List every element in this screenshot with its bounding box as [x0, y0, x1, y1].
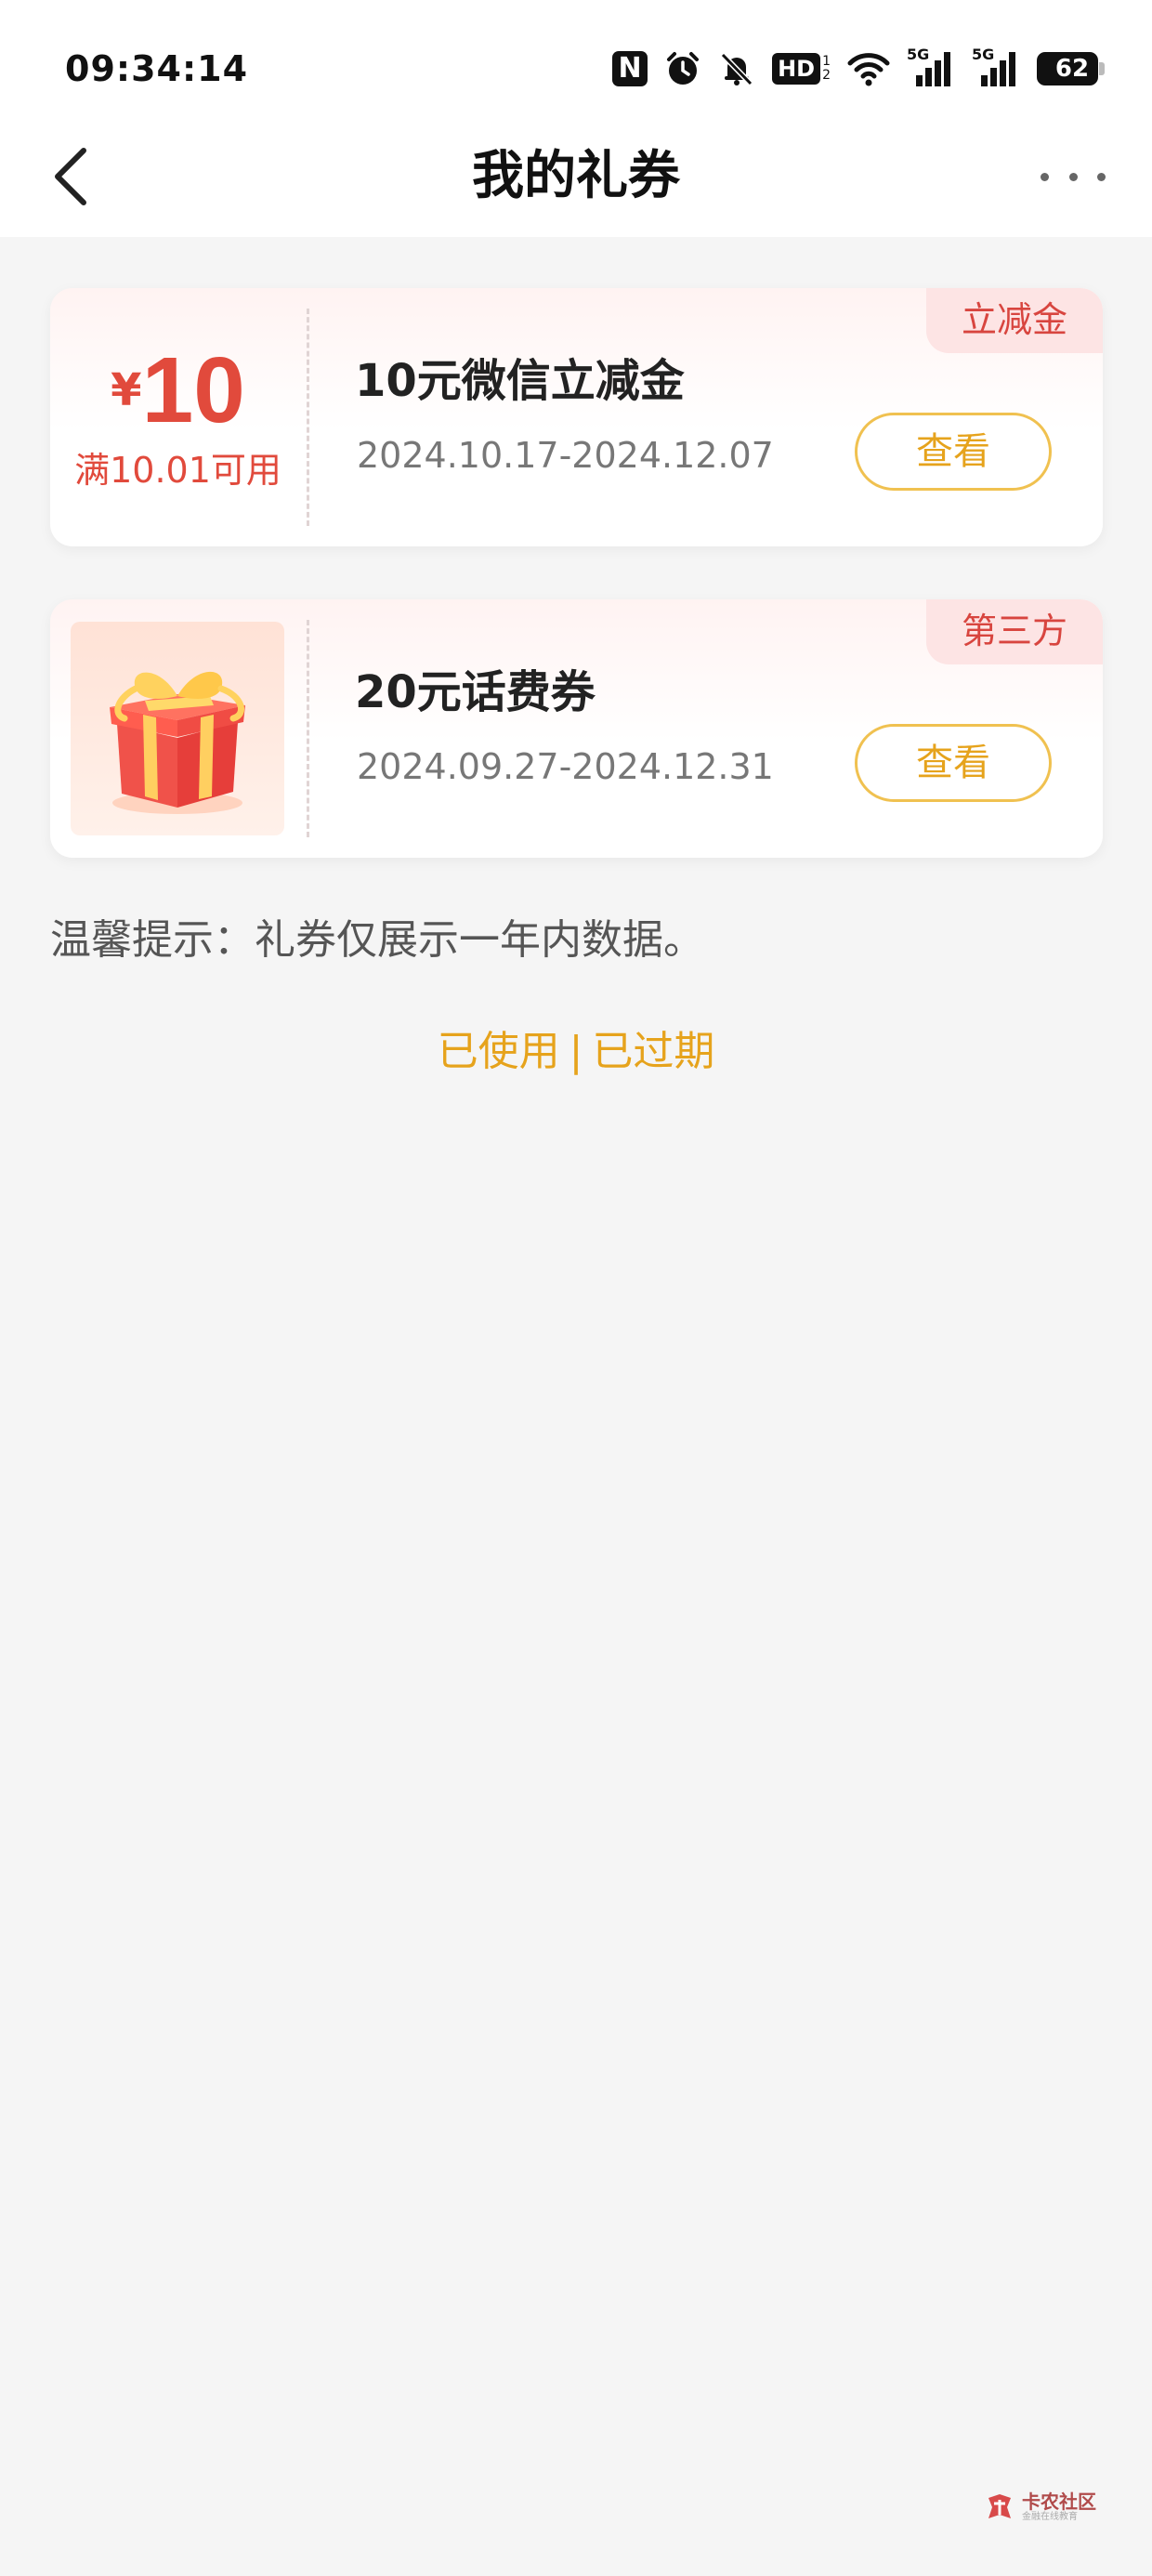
coupon-card[interactable]: 立减金 ¥10 满10.01可用 10元微信立减金 2024.10.17-202…	[50, 288, 1103, 546]
status-bar: 09:34:14 N HD 1 2 5G 5G 62	[0, 0, 1152, 121]
wifi-icon	[847, 50, 890, 87]
used-link[interactable]: 已使用	[438, 1028, 560, 1075]
coupon-amount: ¥10	[50, 344, 306, 437]
tip-text: 温馨提示：礼券仅展示一年内数据。	[50, 916, 704, 964]
more-button[interactable]	[1041, 149, 1106, 204]
kanong-logo-icon	[988, 2494, 1011, 2518]
status-icons: N HD 1 2 5G 5G 62	[612, 46, 1105, 91]
page-title: 我的礼券	[472, 146, 680, 206]
mute-bell-icon	[718, 50, 755, 87]
coupon-date-range: 2024.09.27-2024.12.31	[357, 746, 774, 787]
view-button[interactable]: 查看	[855, 724, 1052, 802]
coupon-title: 20元话费券	[355, 666, 596, 718]
history-links: 已使用 | 已过期	[0, 1018, 1152, 1077]
coupon-card[interactable]: 第三方 20元话费券 2024.09.27-2024.12.31 查看	[50, 599, 1103, 858]
gift-box-icon	[71, 622, 284, 835]
link-separator: |	[569, 1028, 583, 1075]
expired-link[interactable]: 已过期	[592, 1028, 714, 1075]
coupon-type-badge: 第三方	[925, 599, 1103, 664]
nav-bar: 我的礼券	[0, 121, 1152, 237]
amount-value: 10	[141, 338, 245, 442]
watermark-text: 卡农社区	[1022, 2491, 1096, 2513]
watermark-subtext: 金融在线教育	[1022, 2512, 1078, 2522]
coupon-title: 10元微信立减金	[355, 355, 685, 407]
coupon-amount-section: ¥10 满10.01可用	[50, 288, 306, 546]
alarm-icon	[664, 50, 701, 87]
view-button[interactable]: 查看	[855, 413, 1052, 491]
hd-icon: HD 1 2	[772, 53, 831, 85]
dashed-divider	[307, 309, 309, 526]
coupon-image-section	[50, 599, 306, 858]
nfc-icon: N	[612, 51, 648, 86]
watermark-logo: 卡农社区 金融在线教育	[983, 2491, 1096, 2524]
more-dots-icon	[1041, 172, 1049, 181]
coupon-condition: 满10.01可用	[74, 450, 281, 491]
currency-symbol: ¥	[111, 364, 142, 416]
coupon-type-badge: 立减金	[925, 288, 1103, 353]
signal-icon-sim2: 5G	[972, 46, 1020, 88]
coupon-date-range: 2024.10.17-2024.12.07	[357, 435, 774, 476]
battery-icon: 62	[1037, 52, 1105, 85]
signal-icon-sim1: 5G	[907, 46, 955, 88]
dashed-divider	[307, 620, 309, 837]
status-time: 09:34:14	[65, 48, 249, 89]
